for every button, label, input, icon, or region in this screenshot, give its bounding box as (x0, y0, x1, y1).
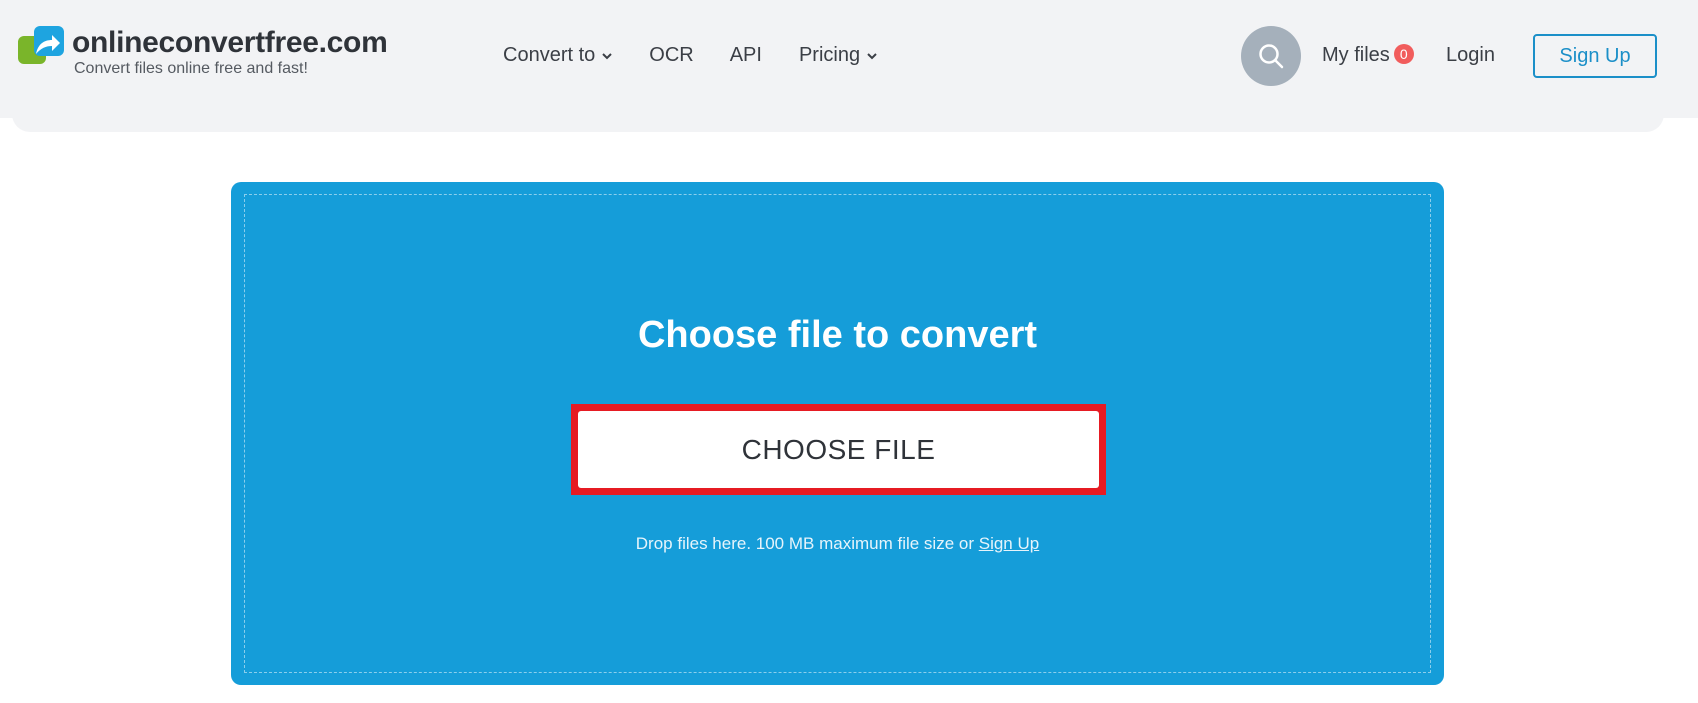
choose-file-highlight: CHOOSE FILE (571, 404, 1106, 495)
nav-convert-to[interactable]: Convert to (503, 44, 613, 67)
my-files-count-badge: 0 (1393, 44, 1414, 64)
nav-convert-to-label: Convert to (503, 44, 596, 66)
header-bottom-edge (12, 104, 1664, 132)
my-files-label: My files (1322, 44, 1390, 66)
chevron-down-icon (867, 52, 877, 59)
nav-pricing[interactable]: Pricing (799, 44, 878, 67)
search-button[interactable] (1241, 26, 1301, 86)
logo-tagline: Convert files online free and fast! (74, 60, 308, 77)
file-drop-zone[interactable]: Choose file to convert CHOOSE FILE Drop … (231, 182, 1444, 685)
nav-api[interactable]: API (730, 44, 762, 67)
login-link[interactable]: Login (1446, 44, 1495, 67)
drop-note-sign-up-link[interactable]: Sign Up (979, 534, 1039, 553)
main-nav: Convert to OCR API Pricing (503, 44, 878, 67)
nav-ocr-label: OCR (649, 44, 694, 66)
my-files-link[interactable]: My files 0 (1322, 44, 1414, 67)
nav-api-label: API (729, 44, 762, 66)
chevron-down-icon (602, 52, 612, 59)
logo-arrow-icon (18, 26, 66, 66)
nav-ocr[interactable]: OCR (649, 44, 693, 67)
search-icon (1259, 44, 1284, 69)
site-logo[interactable]: onlineconvertfree.com Convert files onli… (18, 26, 388, 78)
drop-note-text: Drop files here. 100 MB maximum file siz… (635, 534, 979, 553)
drop-note: Drop files here. 100 MB maximum file siz… (231, 534, 1444, 554)
choose-file-button[interactable]: CHOOSE FILE (578, 411, 1099, 488)
logo-name: onlineconvertfree.com (72, 26, 388, 59)
nav-pricing-label: Pricing (798, 44, 861, 66)
upload-title: Choose file to convert (637, 314, 1038, 356)
sign-up-button[interactable]: Sign Up (1533, 34, 1657, 78)
